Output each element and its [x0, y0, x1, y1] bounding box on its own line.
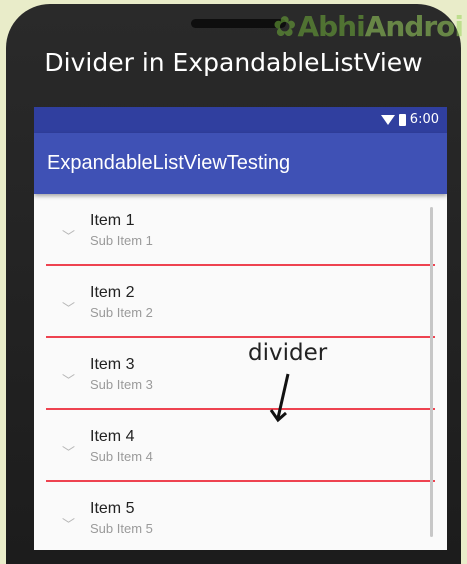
app-bar: ExpandableListViewTesting [34, 133, 447, 194]
group-subtitle: Sub Item 4 [90, 449, 153, 464]
chevron-down-icon[interactable]: ﹀ [62, 514, 75, 533]
list-group[interactable]: ﹀ Item 5 Sub Item 5 [34, 482, 447, 550]
group-title: Item 5 [90, 500, 135, 517]
list-group[interactable]: ﹀ Item 3 Sub Item 3 [34, 338, 447, 410]
headline: Divider in ExpandableListView [44, 48, 423, 77]
group-subtitle: Sub Item 5 [90, 521, 153, 536]
status-time: 6:00 [409, 112, 439, 127]
watermark-logo: ✿AbhiAndroi [272, 10, 464, 43]
group-subtitle: Sub Item 3 [90, 377, 153, 392]
group-title: Item 1 [90, 212, 135, 229]
scrollbar[interactable] [430, 207, 433, 537]
status-bar: 6:00 [34, 107, 447, 133]
chevron-down-icon[interactable]: ﹀ [62, 442, 75, 461]
group-subtitle: Sub Item 2 [90, 305, 153, 320]
phone-screen: 6:00 ExpandableListViewTesting ﹀ Item 1 … [34, 107, 447, 550]
arrow-down-icon [269, 373, 290, 423]
group-title: Item 3 [90, 356, 135, 373]
wifi-icon [380, 114, 395, 125]
status-icons: 6:00 [380, 112, 439, 127]
chevron-down-icon[interactable]: ﹀ [62, 298, 75, 317]
watermark-text-1: Abhi [297, 10, 365, 43]
list-group[interactable]: ﹀ Item 1 Sub Item 1 [34, 194, 447, 266]
phone-speaker [191, 19, 286, 28]
group-title: Item 2 [90, 284, 135, 301]
list-group[interactable]: ﹀ Item 2 Sub Item 2 [34, 266, 447, 338]
leaf-icon: ✿ [272, 10, 296, 43]
group-title: Item 4 [90, 428, 135, 445]
watermark-text-2: Androi [364, 10, 464, 43]
expandable-list[interactable]: ﹀ Item 1 Sub Item 1 ﹀ Item 2 Sub Item 2 … [34, 194, 447, 550]
list-group[interactable]: ﹀ Item 4 Sub Item 4 [34, 410, 447, 482]
chevron-down-icon[interactable]: ﹀ [62, 226, 75, 245]
app-title: ExpandableListViewTesting [47, 152, 291, 174]
group-subtitle: Sub Item 1 [90, 233, 153, 248]
battery-icon [398, 113, 406, 126]
annotation-label: divider [248, 340, 328, 366]
chevron-down-icon[interactable]: ﹀ [62, 370, 75, 389]
